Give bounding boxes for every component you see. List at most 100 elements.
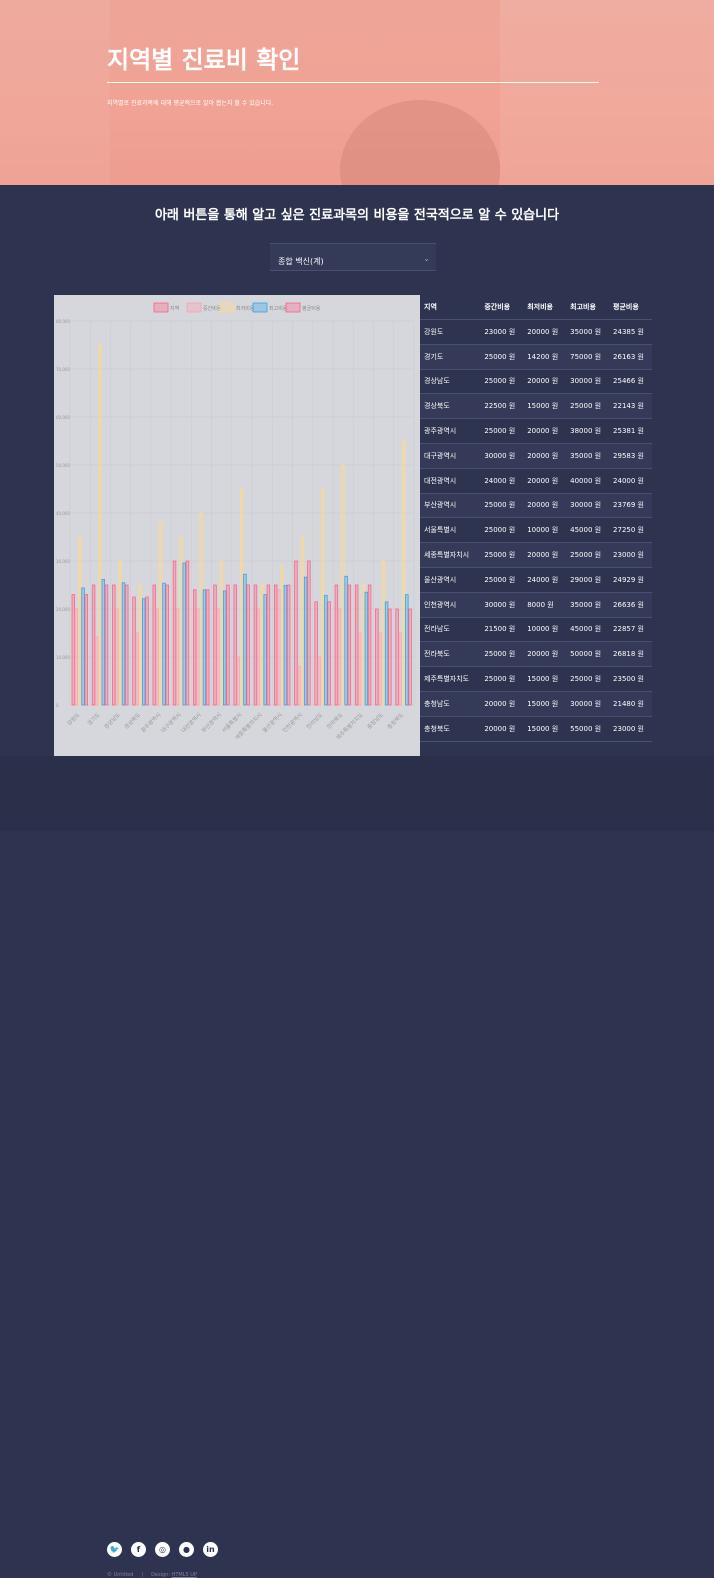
table-cell: 인천광역시 — [420, 592, 481, 618]
table-cell: 10000 원 — [523, 517, 567, 544]
table-cell: 25381 원 — [609, 418, 652, 444]
table-cell: 27250 원 — [609, 517, 652, 544]
bar — [176, 608, 180, 706]
bar — [233, 584, 237, 706]
banner-background — [0, 0, 110, 185]
table-row: 충청북도 20000 원 15000 원 55000 원 23000 원 — [420, 716, 652, 742]
table-cell: 세종특별자치시 — [420, 542, 481, 568]
bar — [165, 584, 169, 706]
github-icon[interactable]: ● — [179, 1542, 194, 1557]
table-cell: 21500 원 — [480, 617, 524, 643]
table-cell: 20000 원 — [523, 468, 567, 494]
table-cell: 20000 원 — [523, 443, 567, 469]
legend-label: 평균비용 — [302, 305, 321, 312]
cost-table: 지역 중간비용 최저비용 최고비용 평균비용 강원도 23000 원 20000 원 3500… — [420, 295, 652, 742]
table-cell: 22500 원 — [480, 393, 524, 420]
instagram-icon[interactable]: ◎ — [155, 1542, 170, 1557]
table-cell: 24000 원 — [480, 468, 524, 494]
bar — [121, 582, 126, 706]
table-cell: 전라북도 — [420, 641, 481, 668]
table-cell: 45000 원 — [566, 617, 610, 643]
bar — [132, 596, 136, 706]
title-divider — [107, 82, 599, 83]
table-cell: 15000 원 — [523, 716, 567, 742]
cost-table-wrapper: 지역 중간비용 최저비용 최고비용 평균비용 강원도 23000 원 20000 원 3500… — [420, 295, 652, 742]
bar — [297, 666, 301, 706]
table-cell: 20000 원 — [523, 542, 567, 568]
bar — [364, 591, 369, 706]
bar — [286, 584, 291, 706]
x-tick-label: 경상북도 — [122, 711, 142, 731]
bar — [401, 440, 406, 706]
bar — [307, 560, 311, 706]
bar — [375, 608, 379, 706]
bar — [327, 601, 331, 706]
footer-separator: | — [141, 1572, 144, 1578]
table-header-cell: 최저비용 — [523, 295, 567, 320]
bar — [213, 584, 217, 706]
table-cell: 30000 원 — [566, 691, 610, 717]
linkedin-icon[interactable]: in — [203, 1542, 218, 1557]
bar — [381, 560, 386, 706]
legend-label: 최저비용 — [236, 305, 255, 312]
bar — [112, 584, 116, 706]
table-cell: 24385 원 — [609, 319, 652, 345]
bar — [367, 584, 372, 706]
legend-swatch — [186, 302, 202, 313]
table-cell: 경기도 — [420, 344, 481, 370]
table-cell: 25000 원 — [480, 567, 524, 593]
social-icons: 🐦 f ◎ ● in — [107, 1542, 218, 1557]
twitter-icon[interactable]: 🐦 — [107, 1542, 122, 1557]
bar — [408, 608, 412, 706]
section-title: 아래 버튼을 통해 알고 싶은 진료과목의 비용을 전국적으로 알 수 있습니다 — [154, 208, 560, 223]
table-cell: 부산광역시 — [420, 493, 481, 519]
page-subtitle: 지역별로 진료과목에 대해 평균적으로 알아 봅는지 할 수 있습니다. — [107, 100, 274, 107]
bar — [354, 584, 359, 706]
bar — [361, 584, 365, 706]
design-link[interactable]: HTML5 UP — [172, 1572, 197, 1578]
x-tick-label: 충청남도 — [365, 711, 385, 731]
table-header-cell: 지역 — [420, 295, 481, 320]
legend-swatch — [219, 302, 235, 313]
table-row: 서울특별시 25000 원 10000 원 45000 원 27250 원 — [420, 517, 652, 544]
table-cell: 38000 원 — [566, 418, 610, 444]
table-cell: 25000 원 — [566, 393, 610, 420]
x-tick-label: 강원도 — [65, 711, 81, 727]
table-cell: 24929 원 — [609, 567, 652, 593]
table-cell: 55000 원 — [566, 716, 610, 742]
bar — [138, 584, 143, 706]
bar — [152, 584, 157, 706]
table-cell: 울산광역시 — [420, 567, 481, 593]
table-cell: 20000 원 — [523, 418, 567, 444]
table-cell: 8000 원 — [523, 592, 567, 618]
x-tick-label: 대전광역시 — [179, 711, 203, 735]
bar — [314, 601, 318, 706]
bar — [280, 565, 284, 706]
bar — [260, 584, 264, 706]
table-cell: 25000 원 — [566, 542, 610, 568]
chevron-down-icon: ⌄ — [423, 254, 430, 263]
table-cell: 전라남도 — [420, 617, 481, 643]
bar — [334, 584, 339, 706]
bar — [74, 608, 79, 706]
legend-label: 중간비용 — [203, 305, 222, 312]
facebook-icon[interactable]: f — [131, 1542, 146, 1557]
bar — [226, 584, 230, 706]
bar — [202, 589, 207, 706]
table-row: 전라남도 21500 원 10000 원 45000 원 22857 원 — [420, 617, 652, 643]
table-row: 경기도 25000 원 14200 원 75000 원 26163 원 — [420, 344, 652, 370]
chart-svg: 0 10,000 20,000 30,000 40,000 50,000 60,000 70,… — [56, 302, 415, 741]
subject-select[interactable]: 종합 백신(계) ⌄ — [270, 243, 436, 271]
table-cell: 20000 원 — [523, 369, 567, 395]
table-cell: 35000 원 — [566, 592, 610, 618]
bar — [216, 608, 220, 706]
table-cell: 제주특별자치도 — [420, 666, 481, 692]
bar — [277, 589, 281, 706]
footer: 🐦 f ◎ ● in © Untitled | Design: HTML5 UP — [0, 756, 714, 1578]
table-cell: 24000 원 — [609, 468, 652, 494]
table-cell: 15000 원 — [523, 691, 567, 717]
bar — [378, 632, 382, 706]
bar — [273, 584, 278, 706]
bar — [155, 608, 160, 706]
bar — [294, 560, 298, 706]
